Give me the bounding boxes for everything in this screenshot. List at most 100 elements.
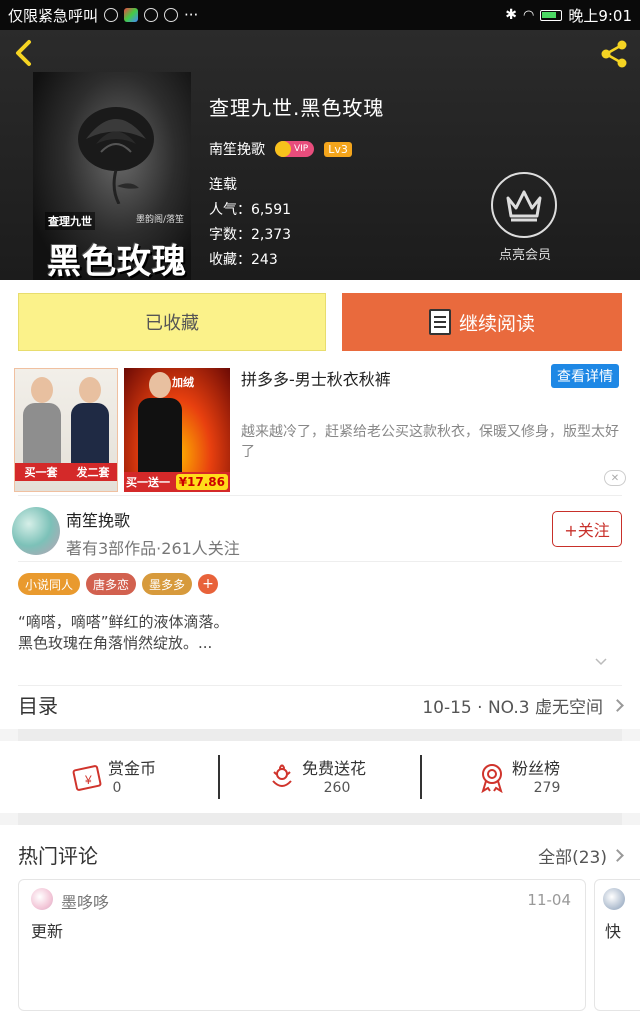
- tag-item[interactable]: 唐多恋: [86, 573, 137, 595]
- book-intro[interactable]: “嘀嗒，嘀嗒”鲜红的液体滴落。 黑色玫瑰在角落悄然绽放。...: [18, 612, 229, 654]
- latest-chapter-text: 10-15 · NO.3 虚无空间: [422, 698, 603, 718]
- tag-item[interactable]: 墨多多: [142, 573, 193, 595]
- section-gap: [18, 729, 622, 741]
- cover-small-title: 查理九世: [45, 212, 95, 230]
- book-author[interactable]: 南笙挽歌: [209, 139, 265, 159]
- black-rose-image: [78, 107, 154, 204]
- divider: [420, 755, 422, 799]
- crown-icon-circle: [491, 172, 557, 238]
- reward-value: 260: [323, 780, 351, 796]
- latest-chapter: 10-15 · NO.3 虚无空间: [422, 693, 624, 718]
- divider: [218, 755, 220, 799]
- ad-image-tag: 买一套 发二套: [15, 463, 117, 481]
- continue-reading-button[interactable]: 继续阅读: [342, 293, 622, 351]
- all-comments-label: 全部(23): [538, 848, 607, 868]
- comment-text: 快: [605, 922, 622, 941]
- reward-label: 粉丝榜: [512, 759, 561, 778]
- action-bar: 已收藏 继续阅读: [0, 280, 640, 360]
- commenter-avatar[interactable]: [31, 888, 53, 910]
- crown-icon: [506, 190, 542, 222]
- level-badge: Lv3: [324, 141, 352, 157]
- tag-list: 小说同人 唐多恋 墨多多 +: [18, 573, 219, 595]
- fan-ranking-button[interactable]: 粉丝榜 279: [476, 755, 636, 805]
- vip-label: VIP: [294, 144, 309, 154]
- bluetooth-icon: ✱: [505, 7, 517, 23]
- reward-label: 免费送花: [302, 759, 367, 778]
- status-bar: 仅限紧急呼叫 ··· ✱ ◠ 晚上9:01: [0, 0, 640, 30]
- book-header: 查理九世 墨韵阁/落笙 黑色玫瑰 查理九世.黑色玫瑰 南笙挽歌 VIP Lv3 …: [0, 30, 640, 280]
- author-name[interactable]: 南笙挽歌: [66, 507, 130, 531]
- book-status: 连载: [209, 177, 237, 193]
- hot-comments-section: 热门评论 全部(23) 墨哆哆 11-04 更新 快: [0, 825, 640, 1024]
- model-figure: [138, 372, 182, 476]
- clock: 晚上9:01: [568, 6, 632, 25]
- tag-item[interactable]: 小说同人: [18, 573, 81, 595]
- ad-tag-left: 买一套: [24, 466, 58, 479]
- membership-button[interactable]: 点亮会员: [491, 172, 559, 263]
- carrier-text: 仅限紧急呼叫: [8, 6, 99, 25]
- author-avatar[interactable]: [12, 507, 60, 555]
- author-section: 南笙挽歌 著有3部作品·261人关注 +关注 小说同人 唐多恋 墨多多 + “嘀…: [0, 495, 640, 685]
- reward-value: 279: [533, 780, 561, 796]
- book-word-count: 字数：2,373: [209, 227, 292, 243]
- hot-comments-title: 热门评论: [18, 844, 98, 868]
- section-gap: [18, 813, 622, 825]
- medal-icon: [481, 764, 503, 793]
- cover-author-credit: 墨韵阁/落笙: [136, 215, 185, 225]
- comment-text: 更新: [31, 922, 64, 941]
- cover-big-title: 黑色玫瑰: [47, 242, 187, 280]
- reward-label: 赏金币: [108, 759, 157, 778]
- divider: [18, 685, 622, 686]
- wifi-icon: ◠: [522, 7, 535, 23]
- chat-status-icon: [144, 8, 159, 22]
- chevron-right-icon: [611, 849, 624, 862]
- ad-image-thermal-set: 买一套 发二套: [14, 368, 118, 492]
- ad-tag-right: 发二套: [76, 466, 110, 479]
- commenter-avatar[interactable]: [603, 888, 625, 910]
- book-meta: 连载 人气：6,591 字数：2,373 收藏：243: [209, 173, 384, 273]
- share-button[interactable]: [598, 38, 630, 70]
- ad-price: ¥17.86: [175, 474, 228, 490]
- ad-close-button[interactable]: ✕: [604, 470, 626, 486]
- favorited-button[interactable]: 已收藏: [18, 293, 326, 351]
- search-status-icon: [104, 8, 119, 22]
- ad-banner[interactable]: 买一套 发二套 加绒 买一送一 ¥17.86 拼多多-男士秋衣秋裤 查看详情 越…: [0, 360, 640, 495]
- battery-icon: [540, 9, 563, 21]
- toc-label: 目录: [18, 694, 58, 718]
- commenter-name[interactable]: 墨哆哆: [61, 889, 109, 913]
- ad-detail-button[interactable]: 查看详情: [551, 364, 619, 388]
- comment-date: 11-04: [527, 891, 571, 909]
- intro-line: “嘀嗒，嘀嗒”鲜红的液体滴落。: [18, 613, 229, 631]
- book-icon: [428, 309, 451, 335]
- author-row: 南笙挽歌 VIP Lv3: [209, 139, 384, 159]
- reward-coins-button[interactable]: ¥ 赏金币 0: [72, 755, 232, 805]
- ad-title[interactable]: 拼多多-男士秋衣秋裤: [241, 366, 391, 390]
- comment-card[interactable]: 墨哆哆 11-04 更新: [18, 879, 586, 1011]
- ad-image-fleece: 加绒 买一送一 ¥17.86: [124, 368, 230, 492]
- ad-description: 越来越冷了，赶紧给老公买这款秋衣，保暖又修身，版型太好了: [241, 424, 619, 460]
- book-title: 查理九世.黑色玫瑰: [209, 96, 385, 120]
- add-tag-button[interactable]: +: [198, 574, 219, 594]
- flower-icon: [272, 764, 292, 787]
- chevron-down-icon[interactable]: [594, 655, 608, 669]
- divider: [18, 495, 622, 496]
- book-favorites: 收藏：243: [209, 252, 278, 268]
- comment-card[interactable]: 快: [594, 879, 640, 1011]
- vip-coin-icon: [275, 141, 291, 157]
- follow-button[interactable]: +关注: [552, 511, 622, 547]
- author-stats: 著有3部作品·261人关注: [66, 539, 240, 558]
- wechat-status-icon: [164, 8, 179, 22]
- book-info: 查理九世.黑色玫瑰 南笙挽歌 VIP Lv3 连载 人气：6,591 字数：2,…: [209, 92, 384, 273]
- chevron-right-icon: [611, 699, 624, 712]
- membership-label: 点亮会员: [498, 248, 551, 263]
- all-comments-link[interactable]: 全部(23): [538, 843, 624, 868]
- intro-line: 黑色玫瑰在角落悄然绽放。...: [18, 634, 213, 652]
- vip-badge: VIP: [275, 141, 315, 157]
- table-of-contents-row[interactable]: 目录 10-15 · NO.3 虚无空间: [0, 685, 640, 729]
- back-button[interactable]: [10, 38, 40, 68]
- free-flower-button[interactable]: 免费送花 260: [266, 755, 426, 805]
- chevron-left-icon: [16, 40, 31, 66]
- more-notifications: ···: [184, 6, 199, 24]
- book-cover[interactable]: 查理九世 墨韵阁/落笙 黑色玫瑰: [33, 72, 191, 280]
- share-icon: [601, 40, 627, 68]
